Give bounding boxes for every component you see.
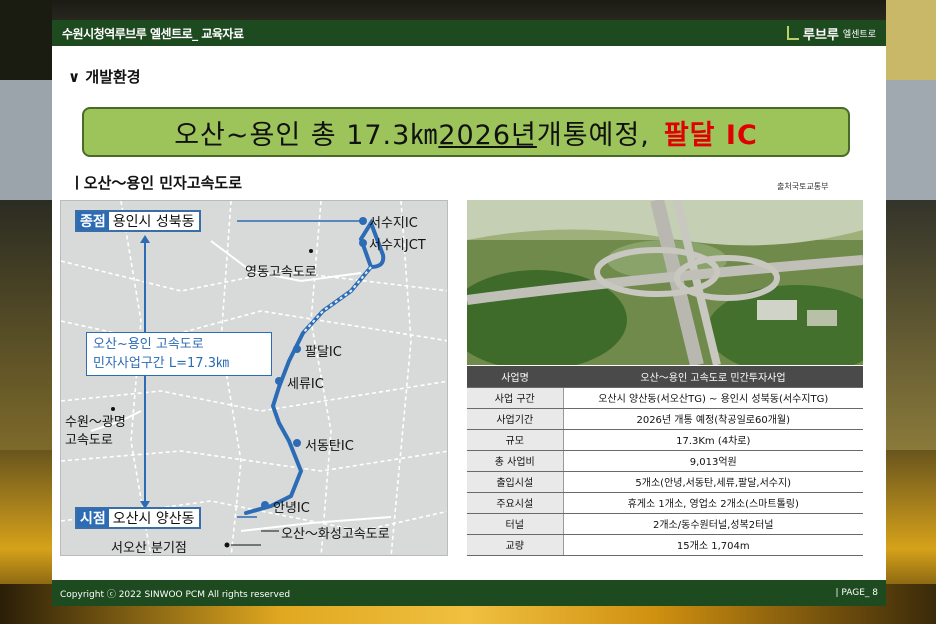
legend-line-2: 민자사업구간 L=17.3㎞ (93, 356, 229, 371)
route-legend: 오산~용인 고속도로 민자사업구간 L=17.3㎞ (86, 332, 272, 376)
label-suwon-gwangmyeong-2: 고속도로 (65, 433, 113, 448)
row-value: 휴게소 1개소, 영업소 2개소(스마트톨링) (563, 492, 863, 514)
table-row: 터널 2개소/동수원터널,성복2터널 (467, 513, 863, 535)
route-map: 종점 용인시 성북동 시점 오산시 양산동 오산~용인 고속도로 민자사업구간 … (60, 200, 448, 556)
brand-mark-icon (786, 26, 799, 40)
row-value: 2개소/동수원터널,성복2터널 (563, 513, 863, 535)
table-row: 총 사업비 9,013억원 (467, 450, 863, 472)
project-info-table: 사업명 오산～용인 고속도로 민간투자사업 사업 구간 오산시 양산동(서오산TG… (467, 366, 863, 556)
banner-text-3: 개통예정, (536, 119, 650, 151)
legend-line-1: 오산~용인 고속도로 (93, 337, 204, 352)
table-row: 사업 구간 오산시 양산동(서오산TG) ~ 용인시 성북동(서수지TG) (467, 387, 863, 409)
label-seosuji-ic: 서수지IC (369, 216, 418, 231)
table-row: 교량 15개소 1,704m (467, 534, 863, 556)
row-value: 17.3Km (4차로) (563, 429, 863, 451)
end-point-tag: 종점 (77, 212, 109, 230)
header-bar: 수원시청역루브루 엘센트로_ 교육자료 루브루 엘센트로 (52, 20, 886, 46)
label-seoosan-jct: 서오산 분기점 (111, 541, 187, 556)
footer-bar: Copyright ⓒ 2022 SINWOO PCM All rights r… (52, 580, 886, 606)
row-key: 교량 (467, 534, 564, 556)
row-key: 터널 (467, 513, 564, 535)
table-row: 사업기간 2026년 개통 예정(착공일로60개월) (467, 408, 863, 430)
background-left-low (0, 200, 52, 450)
start-point-tag: 시점 (77, 509, 109, 527)
label-anyeong-ic: 안녕IC (273, 501, 310, 516)
table-header-row: 사업명 오산～용인 고속도로 민간투자사업 (467, 366, 863, 388)
table-header-key: 사업명 (467, 366, 563, 388)
sub-heading: ㅣ오산～용인 민자고속도로 (70, 174, 243, 192)
banner-highlight: 팔달 IC (663, 119, 758, 151)
start-point-box: 시점 오산시 양산동 (75, 507, 201, 529)
aerial-photo (467, 200, 863, 365)
start-point-text: 오산시 양산동 (112, 511, 195, 527)
label-suwon-gwangmyeong-1: 수원～광명 (65, 415, 126, 430)
row-key: 주요시설 (467, 492, 564, 514)
label-seryu-ic: 세류IC (287, 377, 324, 392)
end-point-box: 종점 용인시 성북동 (75, 210, 201, 232)
row-key: 사업기간 (467, 408, 564, 430)
row-value: 오산시 양산동(서오산TG) ~ 용인시 성북동(서수지TG) (563, 387, 863, 409)
brand-logo: 루브루 엘센트로 (786, 24, 876, 43)
row-key: 규모 (467, 429, 564, 451)
table-row: 규모 17.3Km (4차로) (467, 429, 863, 451)
row-key: 총 사업비 (467, 450, 564, 472)
row-value: 9,013억원 (563, 450, 863, 472)
table-header-value: 오산～용인 고속도로 민간투자사업 (563, 366, 863, 388)
row-value: 2026년 개통 예정(착공일로60개월) (563, 408, 863, 430)
table-row: 출입시설 5개소(안녕,서동탄,세류,팔달,서수지) (467, 471, 863, 493)
copyright-text: Copyright ⓒ 2022 SINWOO PCM All rights r… (60, 589, 291, 600)
label-seosuji-jct: 서수지JCT (369, 238, 426, 253)
background-left-top (0, 0, 52, 80)
background-left-mid (0, 80, 52, 200)
banner-text-1: 오산~용인 총 17.3㎞ (174, 119, 439, 151)
source-credit: 출처국토교통부 (777, 182, 829, 191)
section-heading: ∨ 개발환경 (68, 68, 141, 86)
label-yeongdong: 영동고속도로 (245, 265, 317, 280)
background-right-mid (886, 80, 936, 200)
brand-sub: 엘센트로 (842, 29, 876, 40)
row-key: 출입시설 (467, 471, 564, 493)
map-roads (61, 201, 447, 555)
headline-banner: 오산~용인 총 17.3㎞ 2026년 개통예정, 팔달 IC (82, 107, 850, 157)
label-paldal-ic: 팔달IC (305, 345, 342, 360)
slide: 수원시청역루브루 엘센트로_ 교육자료 루브루 엘센트로 ∨ 개발환경 오산~용… (52, 20, 886, 606)
header-title: 수원시청역루브루 엘센트로_ 교육자료 (62, 26, 244, 41)
end-point-text: 용인시 성북동 (112, 214, 195, 230)
background-right-low (886, 200, 936, 450)
table-row: 주요시설 휴게소 1개소, 영업소 2개소(스마트톨링) (467, 492, 863, 514)
brand-name: 루브루 (802, 27, 839, 43)
row-key: 사업 구간 (467, 387, 564, 409)
aerial-photo-illustration (467, 200, 863, 365)
page-number: | PAGE_ 8 (835, 588, 879, 598)
label-seodongtan-ic: 서동탄IC (305, 439, 354, 454)
row-value: 5개소(안녕,서동탄,세류,팔달,서수지) (563, 471, 863, 493)
row-value: 15개소 1,704m (563, 534, 863, 556)
banner-text-2: 2026년 (438, 119, 537, 151)
background-right-top (886, 0, 936, 80)
label-osan-hwaseong: 오산～화성고속도로 (281, 527, 390, 542)
